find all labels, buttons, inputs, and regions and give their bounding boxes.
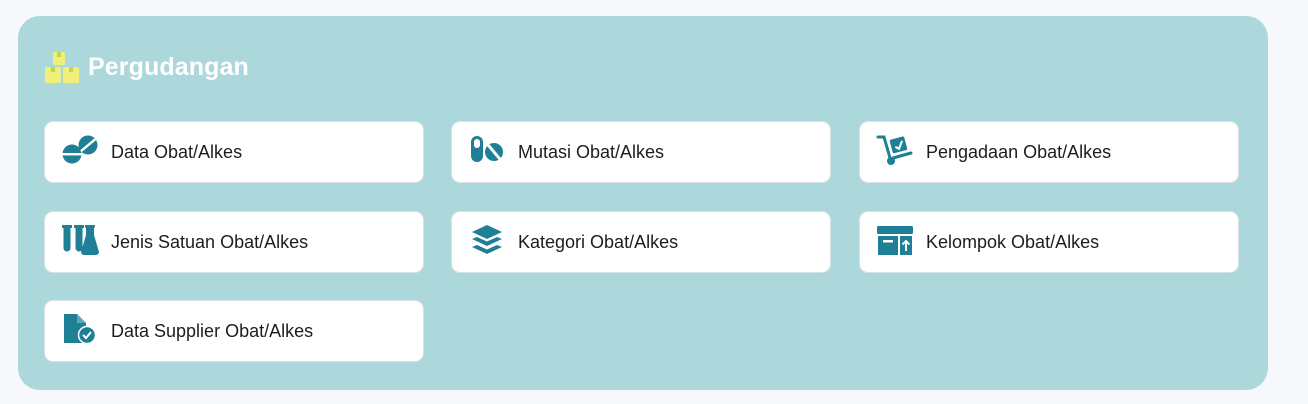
menu-jenis-satuan-obat-alkes[interactable]: Jenis Satuan Obat/Alkes bbox=[44, 211, 424, 273]
dolly-icon bbox=[876, 133, 914, 167]
box-archive-icon bbox=[876, 223, 914, 257]
layer-group-icon bbox=[468, 223, 506, 257]
menu-data-obat-alkes[interactable]: Data Obat/Alkes bbox=[44, 121, 424, 183]
menu-label: Mutasi Obat/Alkes bbox=[518, 142, 665, 162]
menu-kategori-obat-alkes[interactable]: Kategori Obat/Alkes bbox=[451, 211, 831, 273]
menu-label: Data Supplier Obat/Alkes bbox=[111, 321, 314, 341]
section-title: Pergudangan bbox=[88, 52, 249, 81]
menu-pengadaan-obat-alkes[interactable]: Pengadaan Obat/Alkes bbox=[859, 121, 1239, 183]
menu-label: Kelompok Obat/Alkes bbox=[926, 232, 1100, 252]
menu-label: Kategori Obat/Alkes bbox=[518, 232, 679, 252]
file-circle-check-icon bbox=[61, 312, 99, 346]
pills-icon bbox=[61, 133, 99, 167]
menu-label: Data Obat/Alkes bbox=[111, 142, 243, 162]
menu-data-supplier-obat-alkes[interactable]: Data Supplier Obat/Alkes bbox=[44, 300, 424, 362]
capsules-icon bbox=[468, 133, 506, 167]
boxes-icon bbox=[44, 50, 80, 84]
menu-label: Pengadaan Obat/Alkes bbox=[926, 142, 1112, 162]
menu-label: Jenis Satuan Obat/Alkes bbox=[111, 232, 309, 252]
panel-header: Pergudangan bbox=[44, 50, 249, 84]
warehouse-panel: Pergudangan Data Obat/Alkes Mutasi Obat/… bbox=[18, 16, 1268, 390]
flask-vial-icon bbox=[61, 223, 99, 257]
menu-kelompok-obat-alkes[interactable]: Kelompok Obat/Alkes bbox=[859, 211, 1239, 273]
menu-mutasi-obat-alkes[interactable]: Mutasi Obat/Alkes bbox=[451, 121, 831, 183]
